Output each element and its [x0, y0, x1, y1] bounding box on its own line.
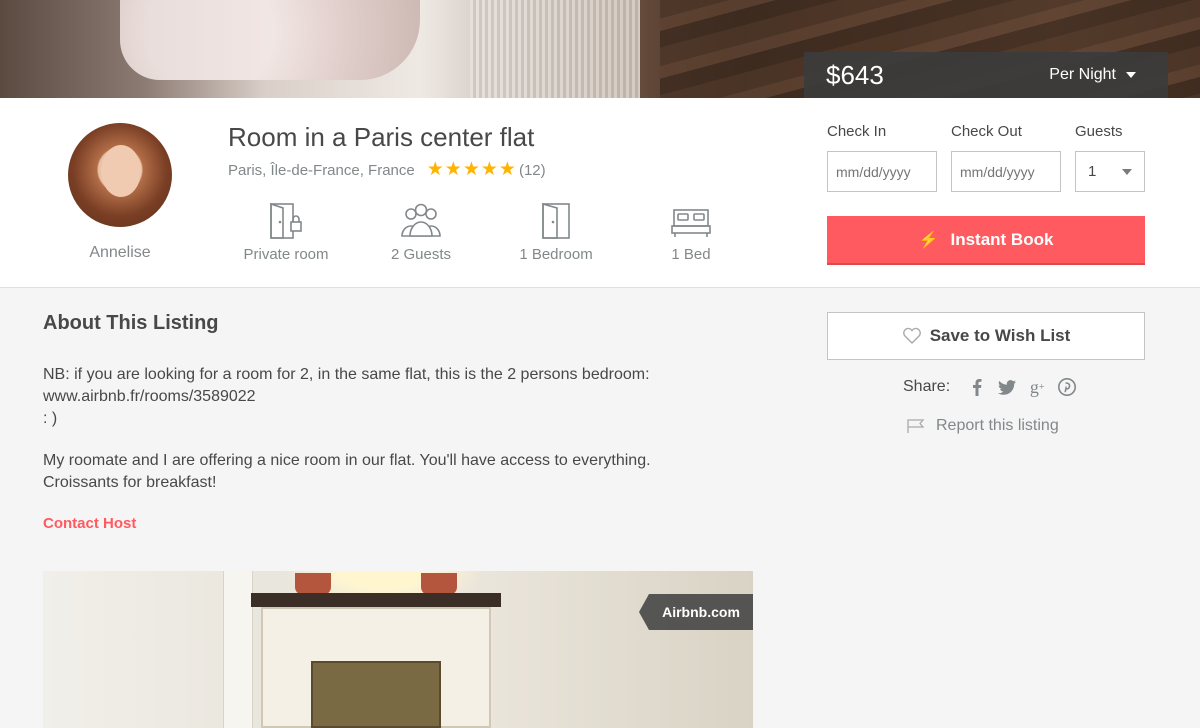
- rating-stars[interactable]: ★ ★ ★ ★ ★: [426, 159, 517, 180]
- share-label: Share:: [903, 378, 951, 395]
- listing-title: Room in a Paris center flat: [228, 122, 535, 152]
- listing-link[interactable]: www.airbnb.fr/rooms/3589022: [43, 386, 743, 408]
- star-icon: ★: [498, 159, 516, 180]
- chevron-down-icon: [1122, 168, 1132, 175]
- photo-fireplace-door: [311, 661, 441, 728]
- photo-door-shape: [223, 571, 253, 728]
- feature-private-room: Private room: [221, 202, 351, 263]
- avatar-face: [101, 145, 141, 197]
- chevron-down-icon[interactable]: [1126, 72, 1136, 78]
- photo-plant-pot: [295, 573, 331, 595]
- hero-blanket-shape: [470, 0, 640, 98]
- wishlist-label: Save to Wish List: [929, 326, 1071, 345]
- lightning-icon: ⚡: [918, 231, 939, 249]
- facebook-icon[interactable]: [962, 376, 992, 398]
- twitter-icon[interactable]: [992, 376, 1022, 398]
- about-text-line: : ): [43, 410, 58, 427]
- guests-value: 1: [1088, 163, 1097, 180]
- nightly-price: $643: [826, 59, 884, 90]
- about-paragraph-1: NB: if you are looking for a room for 2,…: [43, 364, 743, 430]
- contact-host-link[interactable]: Contact Host: [43, 515, 136, 532]
- report-label: Report this listing: [936, 417, 1059, 434]
- price-period-select[interactable]: Per Night: [1049, 66, 1116, 84]
- instant-book-button[interactable]: ⚡ Instant Book: [827, 216, 1145, 265]
- guests-label: Guests: [1075, 123, 1123, 140]
- star-icon: ★: [426, 159, 444, 180]
- listing-location-row: Paris, Île-de-France, France ★ ★ ★ ★ ★ (…: [228, 159, 546, 180]
- about-text-line: My roomate and I are offering a nice roo…: [43, 452, 651, 469]
- check-in-label: Check In: [827, 123, 887, 140]
- save-to-wishlist-button[interactable]: Save to Wish List: [827, 312, 1145, 360]
- about-text-line: NB: if you are looking for a room for 2,…: [43, 366, 650, 383]
- check-in-input[interactable]: [827, 151, 937, 192]
- price-bar[interactable]: $643 Per Night: [804, 52, 1168, 98]
- check-out-label: Check Out: [951, 123, 1022, 140]
- photo-plant-pot: [421, 573, 457, 595]
- feature-label: Private room: [243, 246, 329, 263]
- review-count[interactable]: (12): [519, 162, 546, 179]
- star-icon: ★: [480, 159, 498, 180]
- host-name[interactable]: Annelise: [60, 244, 180, 262]
- google-plus-icon[interactable]: g +: [1022, 376, 1052, 398]
- pinterest-icon[interactable]: [1052, 376, 1082, 398]
- guests-select[interactable]: 1: [1075, 151, 1145, 192]
- about-text-line: Croissants for breakfast!: [43, 474, 217, 491]
- door-lock-icon: [270, 202, 302, 239]
- flag-icon: [906, 418, 926, 434]
- check-out-input[interactable]: [951, 151, 1061, 192]
- bed-icon: [671, 209, 711, 237]
- feature-guests: 2 Guests: [356, 202, 486, 263]
- photo-mantel-shape: [251, 593, 501, 607]
- star-icon: ★: [462, 159, 480, 180]
- report-listing-link[interactable]: Report this listing: [906, 417, 1059, 435]
- photo-watermark: Airbnb.com: [639, 594, 753, 630]
- listing-location[interactable]: Paris, Île-de-France, France: [228, 162, 415, 179]
- about-paragraph-2: My roomate and I are offering a nice roo…: [43, 450, 743, 494]
- listing-photo[interactable]: Airbnb.com: [43, 571, 753, 728]
- feature-label: 1 Bed: [671, 246, 711, 263]
- star-icon: ★: [444, 159, 462, 180]
- listing-summary: Annelise Room in a Paris center flat Par…: [0, 98, 1200, 288]
- feature-bed: 1 Bed: [626, 202, 756, 263]
- feature-label: 2 Guests: [390, 246, 452, 263]
- instant-book-label: Instant Book: [950, 229, 1054, 249]
- about-title: About This Listing: [43, 312, 219, 334]
- feature-label: 1 Bedroom: [519, 246, 593, 263]
- host-avatar[interactable]: [68, 123, 172, 227]
- share-row: Share: g +: [903, 376, 1082, 398]
- hero-pillow-shape: [120, 0, 420, 80]
- feature-bedroom: 1 Bedroom: [491, 202, 621, 263]
- heart-icon: [902, 327, 922, 345]
- guests-icon: [401, 203, 441, 237]
- door-icon: [542, 202, 570, 239]
